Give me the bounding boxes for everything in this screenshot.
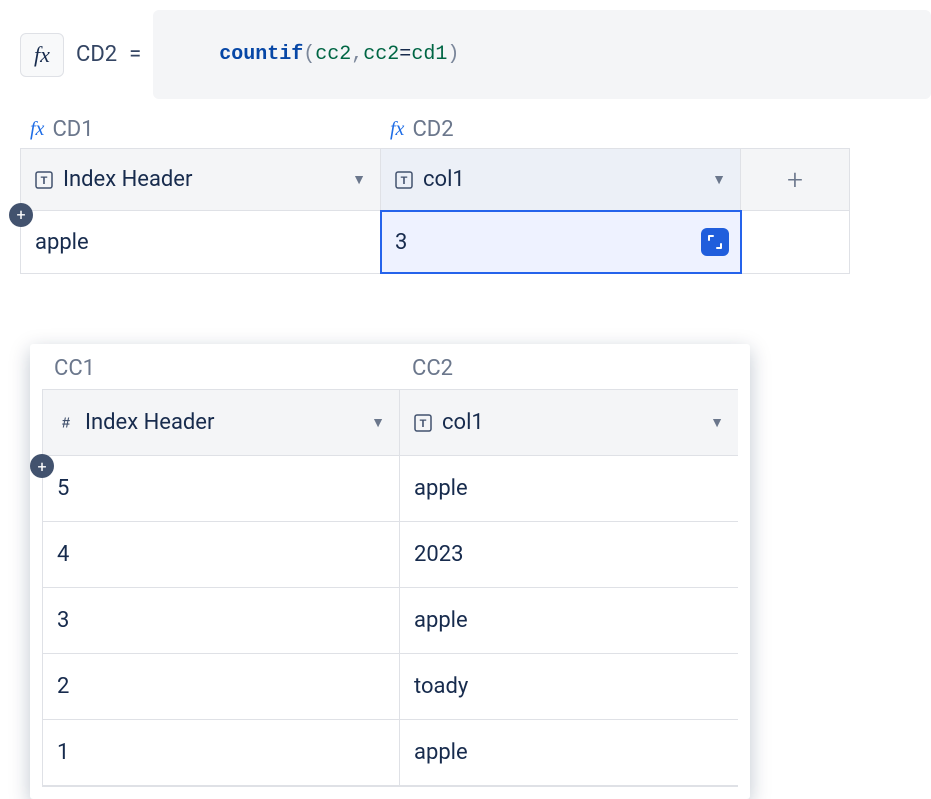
table-row: 1 apple <box>42 720 738 786</box>
formula-eq: = <box>399 43 411 66</box>
svg-text:T: T <box>41 175 48 187</box>
cell-cc2[interactable]: toady <box>400 654 738 720</box>
equals-sign: = <box>129 42 141 67</box>
cell-value: apple <box>414 476 468 501</box>
column-id-label: CD2 <box>412 117 453 142</box>
text-type-icon: T <box>414 414 432 432</box>
add-row-button[interactable]: + <box>9 203 33 227</box>
column-id-cd2[interactable]: fx CD2 <box>390 117 750 142</box>
cell-value: apple <box>414 740 468 765</box>
table-cd: fx CD1 fx CD2 + T Index Header ▼ T <box>20 117 931 274</box>
plus-icon: + <box>16 207 25 223</box>
formula-function-name: countif <box>219 43 303 66</box>
column-id-row: fx CD1 fx CD2 <box>20 117 931 142</box>
table-row: apple 3 <box>21 211 849 273</box>
cell-value: apple <box>414 608 468 633</box>
header-row: # Index Header ▼ T col1 ▼ <box>42 390 738 456</box>
chevron-down-icon[interactable]: ▼ <box>710 414 724 431</box>
table-row: 2 toady <box>42 654 738 720</box>
cell-value: 1 <box>57 740 69 765</box>
cell-cc2[interactable]: apple <box>400 588 738 654</box>
formula-comma: , <box>351 43 363 66</box>
column-id-label: CC1 <box>54 356 95 381</box>
table-row: 4 2023 <box>42 522 738 588</box>
svg-text:T: T <box>401 175 408 187</box>
table-row: 5 apple <box>42 456 738 522</box>
column-header-index[interactable]: # Index Header ▼ <box>42 390 400 456</box>
column-header-label: Index Header <box>63 167 342 192</box>
fx-icon: fx <box>34 42 50 68</box>
chevron-down-icon[interactable]: ▼ <box>712 171 726 188</box>
fx-icon: fx <box>30 118 44 141</box>
number-type-icon: # <box>57 414 75 432</box>
plus-icon: + <box>37 457 46 476</box>
grid-cc: # Index Header ▼ T col1 ▼ 5 apple 4 2023… <box>42 389 738 787</box>
grid-cd: + T Index Header ▼ T col1 ▼ + <box>20 148 850 274</box>
cell-cc1[interactable]: 3 <box>42 588 400 654</box>
column-header-label: col1 <box>423 167 702 192</box>
column-header-col1[interactable]: T col1 ▼ <box>381 149 741 211</box>
column-id-cc2[interactable]: CC2 <box>412 356 750 381</box>
cell-value: 3 <box>395 230 407 255</box>
fx-icon: fx <box>390 118 404 141</box>
cell-value: 2023 <box>414 542 463 567</box>
add-column-button[interactable]: + <box>741 149 849 211</box>
cell-cc1[interactable]: 4 <box>42 522 400 588</box>
cell-cd1[interactable]: apple <box>21 211 381 273</box>
cell-cc2[interactable]: 2023 <box>400 522 738 588</box>
cell-cc2[interactable]: apple <box>400 720 738 786</box>
cell-cc2[interactable]: apple <box>400 456 738 522</box>
text-type-icon: T <box>35 171 53 189</box>
column-id-row: CC1 CC2 <box>30 356 750 381</box>
cell-value: toady <box>414 674 468 699</box>
formula-arg2b: cd1 <box>411 43 447 66</box>
fx-button[interactable]: fx <box>20 33 64 77</box>
column-id-cc1[interactable]: CC1 <box>54 356 412 381</box>
header-row: T Index Header ▼ T col1 ▼ + <box>21 149 849 211</box>
expand-icon <box>708 235 722 249</box>
table-row: 3 apple <box>42 588 738 654</box>
cell-cd2-selected[interactable]: 3 <box>381 211 741 273</box>
table-cc: + CC1 CC2 # Index Header ▼ T col1 ▼ <box>30 344 750 799</box>
formula-input[interactable]: countif(cc2,cc2=cd1) <box>153 10 931 99</box>
text-type-icon: T <box>395 171 413 189</box>
column-header-index[interactable]: T Index Header ▼ <box>21 149 381 211</box>
svg-text:#: # <box>62 415 70 431</box>
cell-value: 4 <box>57 542 69 567</box>
expand-cell-button[interactable] <box>701 228 729 256</box>
column-header-label: Index Header <box>85 410 361 435</box>
cell-cc1[interactable]: 1 <box>42 720 400 786</box>
cell-value: 3 <box>57 608 69 633</box>
plus-icon: + <box>787 163 803 196</box>
formula-bar: fx CD2 = countif(cc2,cc2=cd1) <box>20 10 931 99</box>
column-id-label: CD1 <box>52 117 93 142</box>
cell-value: 2 <box>57 674 69 699</box>
column-header-col1[interactable]: T col1 ▼ <box>400 390 738 456</box>
column-id-label: CC2 <box>412 356 453 381</box>
cell-cc1[interactable]: 5 <box>42 456 400 522</box>
active-cell-ref: CD2 <box>76 42 117 67</box>
formula-close-paren: ) <box>447 43 459 66</box>
chevron-down-icon[interactable]: ▼ <box>352 171 366 188</box>
cell-cc1[interactable]: 2 <box>42 654 400 720</box>
chevron-down-icon[interactable]: ▼ <box>371 414 385 431</box>
formula-open-paren: ( <box>303 43 315 66</box>
cell-value: 5 <box>57 476 69 501</box>
formula-arg1: cc2 <box>315 43 351 66</box>
column-header-label: col1 <box>442 410 700 435</box>
column-id-cd1[interactable]: fx CD1 <box>30 117 390 142</box>
cell-value: apple <box>35 230 89 255</box>
svg-text:T: T <box>420 418 427 430</box>
formula-arg2a: cc2 <box>363 43 399 66</box>
add-row-button[interactable]: + <box>30 454 54 478</box>
